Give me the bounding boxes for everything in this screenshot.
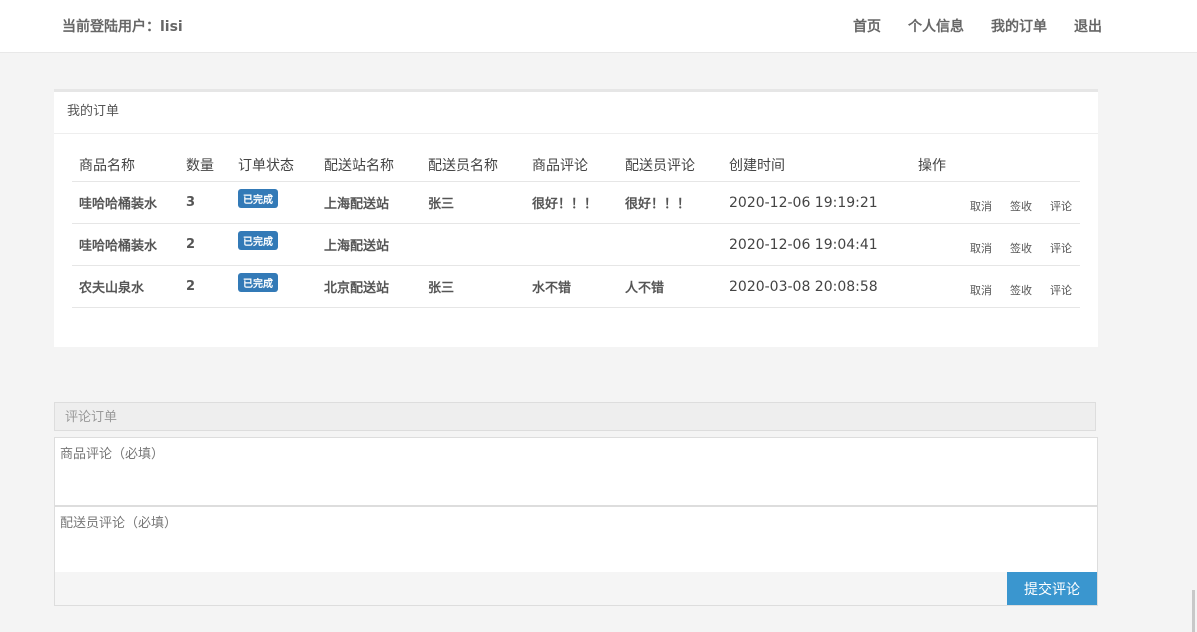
sign-receipt-link[interactable]: 签收 (1010, 242, 1032, 255)
cell-qty: 2 (179, 265, 231, 308)
submit-review-button[interactable]: 提交评论 (1007, 572, 1097, 605)
product-review-input[interactable] (54, 437, 1098, 506)
status-badge: 已完成 (238, 273, 278, 292)
col-station: 配送站名称 (317, 149, 421, 182)
cancel-order-link[interactable]: 取消 (970, 284, 992, 297)
cancel-order-link[interactable]: 取消 (970, 200, 992, 213)
table-row: 农夫山泉水 2 已完成 北京配送站 张三 水不错 人不错 2020-03-08 … (72, 265, 1080, 308)
cell-created: 2020-12-06 19:04:41 (722, 223, 911, 266)
cell-status: 已完成 (231, 265, 317, 308)
cell-station: 北京配送站 (317, 265, 421, 308)
col-courier: 配送员名称 (421, 149, 525, 182)
cell-status: 已完成 (231, 181, 317, 224)
cell-courier (421, 223, 525, 266)
cell-status: 已完成 (231, 223, 317, 266)
cell-product: 哇哈哈桶装水 (72, 181, 179, 224)
nav-profile[interactable]: 个人信息 (908, 16, 964, 36)
cell-qty: 2 (179, 223, 231, 266)
review-order-link[interactable]: 评论 (1050, 284, 1072, 297)
top-navbar: 当前登陆用户：lisi 首页 个人信息 我的订单 退出 (0, 0, 1197, 53)
orders-panel: 我的订单 商品名称 数量 订单状态 配送站名称 配送员名称 商品评论 配送员评论… (54, 89, 1098, 347)
sign-receipt-link[interactable]: 签收 (1010, 284, 1032, 297)
cell-product-review: 水不错 (525, 265, 618, 308)
col-qty: 数量 (179, 149, 231, 182)
col-product-review: 商品评论 (525, 149, 618, 182)
cell-courier: 张三 (421, 265, 525, 308)
cell-courier-review: 很好！！！ (618, 181, 722, 224)
scrollbar-thumb[interactable] (1192, 590, 1195, 632)
review-order-link[interactable]: 评论 (1050, 200, 1072, 213)
cancel-order-link[interactable]: 取消 (970, 242, 992, 255)
table-header-row: 商品名称 数量 订单状态 配送站名称 配送员名称 商品评论 配送员评论 创建时间… (72, 149, 1080, 182)
cell-station: 上海配送站 (317, 181, 421, 224)
cell-courier-review: 人不错 (618, 265, 722, 308)
cell-actions: 取消 签收 评论 (911, 223, 1080, 266)
col-actions: 操作 (911, 149, 1080, 182)
cell-courier-review (618, 223, 722, 266)
table-row: 哇哈哈桶装水 3 已完成 上海配送站 张三 很好！！！ 很好！！！ 2020-1… (72, 181, 1080, 224)
table-row: 哇哈哈桶装水 2 已完成 上海配送站 2020-12-06 19:04:41 取… (72, 223, 1080, 266)
col-created: 创建时间 (722, 149, 911, 182)
nav-logout[interactable]: 退出 (1074, 16, 1102, 36)
courier-review-input[interactable] (54, 506, 1098, 573)
nav-home[interactable]: 首页 (853, 16, 881, 36)
review-form-footer: 提交评论 (54, 572, 1098, 606)
panel-title: 我的订单 (54, 92, 1098, 134)
col-courier-review: 配送员评论 (618, 149, 722, 182)
cell-station: 上海配送站 (317, 223, 421, 266)
cell-actions: 取消 签收 评论 (911, 265, 1080, 308)
nav-menu: 首页 个人信息 我的订单 退出 (853, 16, 1102, 36)
col-product: 商品名称 (72, 149, 179, 182)
cell-product-review (525, 223, 618, 266)
cell-product: 农夫山泉水 (72, 265, 179, 308)
nav-my-orders[interactable]: 我的订单 (991, 16, 1047, 36)
col-status: 订单状态 (231, 149, 317, 182)
orders-table: 商品名称 数量 订单状态 配送站名称 配送员名称 商品评论 配送员评论 创建时间… (72, 149, 1080, 308)
cell-product: 哇哈哈桶装水 (72, 223, 179, 266)
review-order-link[interactable]: 评论 (1050, 242, 1072, 255)
sign-receipt-link[interactable]: 签收 (1010, 200, 1032, 213)
cell-product-review: 很好！！！ (525, 181, 618, 224)
status-badge: 已完成 (238, 231, 278, 250)
status-badge: 已完成 (238, 189, 278, 208)
review-form-title: 评论订单 (54, 402, 1096, 431)
cell-created: 2020-12-06 19:19:21 (722, 181, 911, 224)
cell-qty: 3 (179, 181, 231, 224)
cell-actions: 取消 签收 评论 (911, 181, 1080, 224)
current-user-label: 当前登陆用户：lisi (62, 19, 183, 35)
cell-courier: 张三 (421, 181, 525, 224)
cell-created: 2020-03-08 20:08:58 (722, 265, 911, 308)
